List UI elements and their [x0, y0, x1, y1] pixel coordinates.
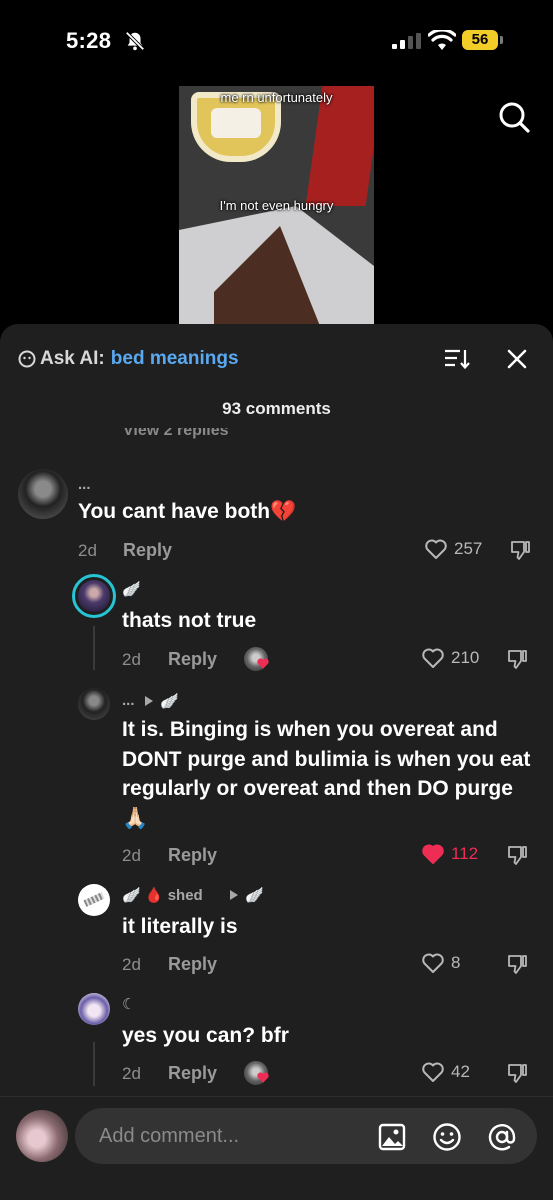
- reply-button[interactable]: Reply: [123, 540, 172, 561]
- video-caption-top: me rn unfortunately: [220, 90, 333, 105]
- comment-text: yes you can? bfr: [122, 1024, 289, 1047]
- bell-slash-icon: [125, 31, 145, 51]
- ai-face-icon: [18, 350, 36, 368]
- like-count: 42: [451, 1062, 470, 1081]
- comment-time: 2d: [122, 955, 141, 974]
- avatar[interactable]: [78, 993, 110, 1025]
- like-button[interactable]: 8: [421, 952, 460, 974]
- heart-icon: [422, 844, 444, 864]
- comment-text: it literally is: [122, 915, 238, 938]
- like-button[interactable]: 257: [424, 538, 482, 560]
- image-icon[interactable]: [377, 1122, 407, 1152]
- play-arrow-icon: [145, 696, 153, 706]
- reply-to-username[interactable]: 🪽: [160, 692, 179, 710]
- comment-time: 2d: [122, 1064, 141, 1083]
- battery-level: 56: [462, 30, 498, 50]
- video-caption-mid: I'm not even hungry: [219, 198, 334, 213]
- heart-icon: [422, 1062, 444, 1082]
- battery-icon: 56: [462, 30, 504, 50]
- dislike-icon[interactable]: [505, 647, 529, 671]
- heart-icon: [422, 953, 444, 973]
- ask-ai-label: Ask AI:: [40, 348, 105, 369]
- view-replies-link[interactable]: View 2 replies: [123, 428, 229, 442]
- my-avatar[interactable]: [16, 1110, 68, 1162]
- avatar[interactable]: [78, 884, 110, 916]
- mention-icon[interactable]: [487, 1122, 517, 1152]
- heart-icon: [422, 648, 444, 668]
- like-button[interactable]: 210: [421, 647, 479, 669]
- ask-ai-query[interactable]: bed meanings: [111, 348, 239, 370]
- comment-username[interactable]: ...: [122, 692, 135, 709]
- ask-ai-bar[interactable]: Ask AI: bed meanings: [18, 346, 239, 372]
- avatar[interactable]: [78, 688, 110, 720]
- like-button[interactable]: 42: [421, 1061, 470, 1083]
- heart-icon: [257, 1072, 269, 1083]
- comment-text: thats not true: [122, 609, 257, 632]
- comment-username[interactable]: 🪽 🩸 shed: [122, 886, 203, 904]
- dislike-icon[interactable]: [505, 1061, 529, 1085]
- comment-time: 2d: [122, 650, 141, 669]
- status-time: 5:28: [66, 28, 112, 53]
- dislike-icon[interactable]: [508, 538, 532, 562]
- comment-count: 93 comments: [222, 399, 331, 418]
- like-count: 8: [451, 953, 461, 972]
- heart-icon: [257, 658, 269, 669]
- like-count: 112: [451, 844, 479, 863]
- comment-text: It is. Binging is when you overeat and D…: [122, 718, 531, 830]
- comment-username[interactable]: ...: [78, 476, 91, 493]
- video-preview[interactable]: me rn unfortunately I'm not even hungry: [179, 86, 374, 326]
- comment-text: You cant have both💔: [78, 500, 297, 523]
- comment-username[interactable]: 🪽: [122, 580, 141, 598]
- comments-sheet: Ask AI: bed meanings 93 comments View 2 …: [0, 324, 553, 1200]
- reply-button[interactable]: Reply: [168, 1063, 217, 1084]
- comment-input-placeholder: Add comment...: [99, 1125, 240, 1147]
- reply-button[interactable]: Reply: [168, 649, 217, 670]
- avatar[interactable]: [18, 469, 68, 519]
- reply-to-username[interactable]: 🪽: [245, 886, 264, 904]
- emoji-icon[interactable]: [432, 1122, 462, 1152]
- sort-icon[interactable]: [444, 348, 470, 370]
- like-count: 257: [454, 539, 483, 558]
- like-count: 210: [451, 648, 480, 667]
- play-arrow-icon: [230, 890, 238, 900]
- status-bar: 5:28 56: [0, 0, 553, 80]
- dislike-icon[interactable]: [505, 952, 529, 976]
- comment-input[interactable]: Add comment...: [75, 1108, 537, 1164]
- dislike-icon[interactable]: [505, 843, 529, 867]
- comment-username[interactable]: ☾: [122, 995, 135, 1013]
- heart-icon: [425, 539, 447, 559]
- reply-button[interactable]: Reply: [168, 845, 217, 866]
- signal-icon: [392, 33, 421, 49]
- reply-button[interactable]: Reply: [168, 954, 217, 975]
- avatar[interactable]: [72, 574, 116, 618]
- comment-time: 2d: [122, 846, 141, 865]
- wifi-icon: [428, 30, 456, 50]
- comment-time: 2d: [78, 541, 97, 560]
- close-icon[interactable]: [506, 348, 528, 370]
- like-button[interactable]: 112: [421, 843, 478, 865]
- search-icon[interactable]: [497, 100, 531, 134]
